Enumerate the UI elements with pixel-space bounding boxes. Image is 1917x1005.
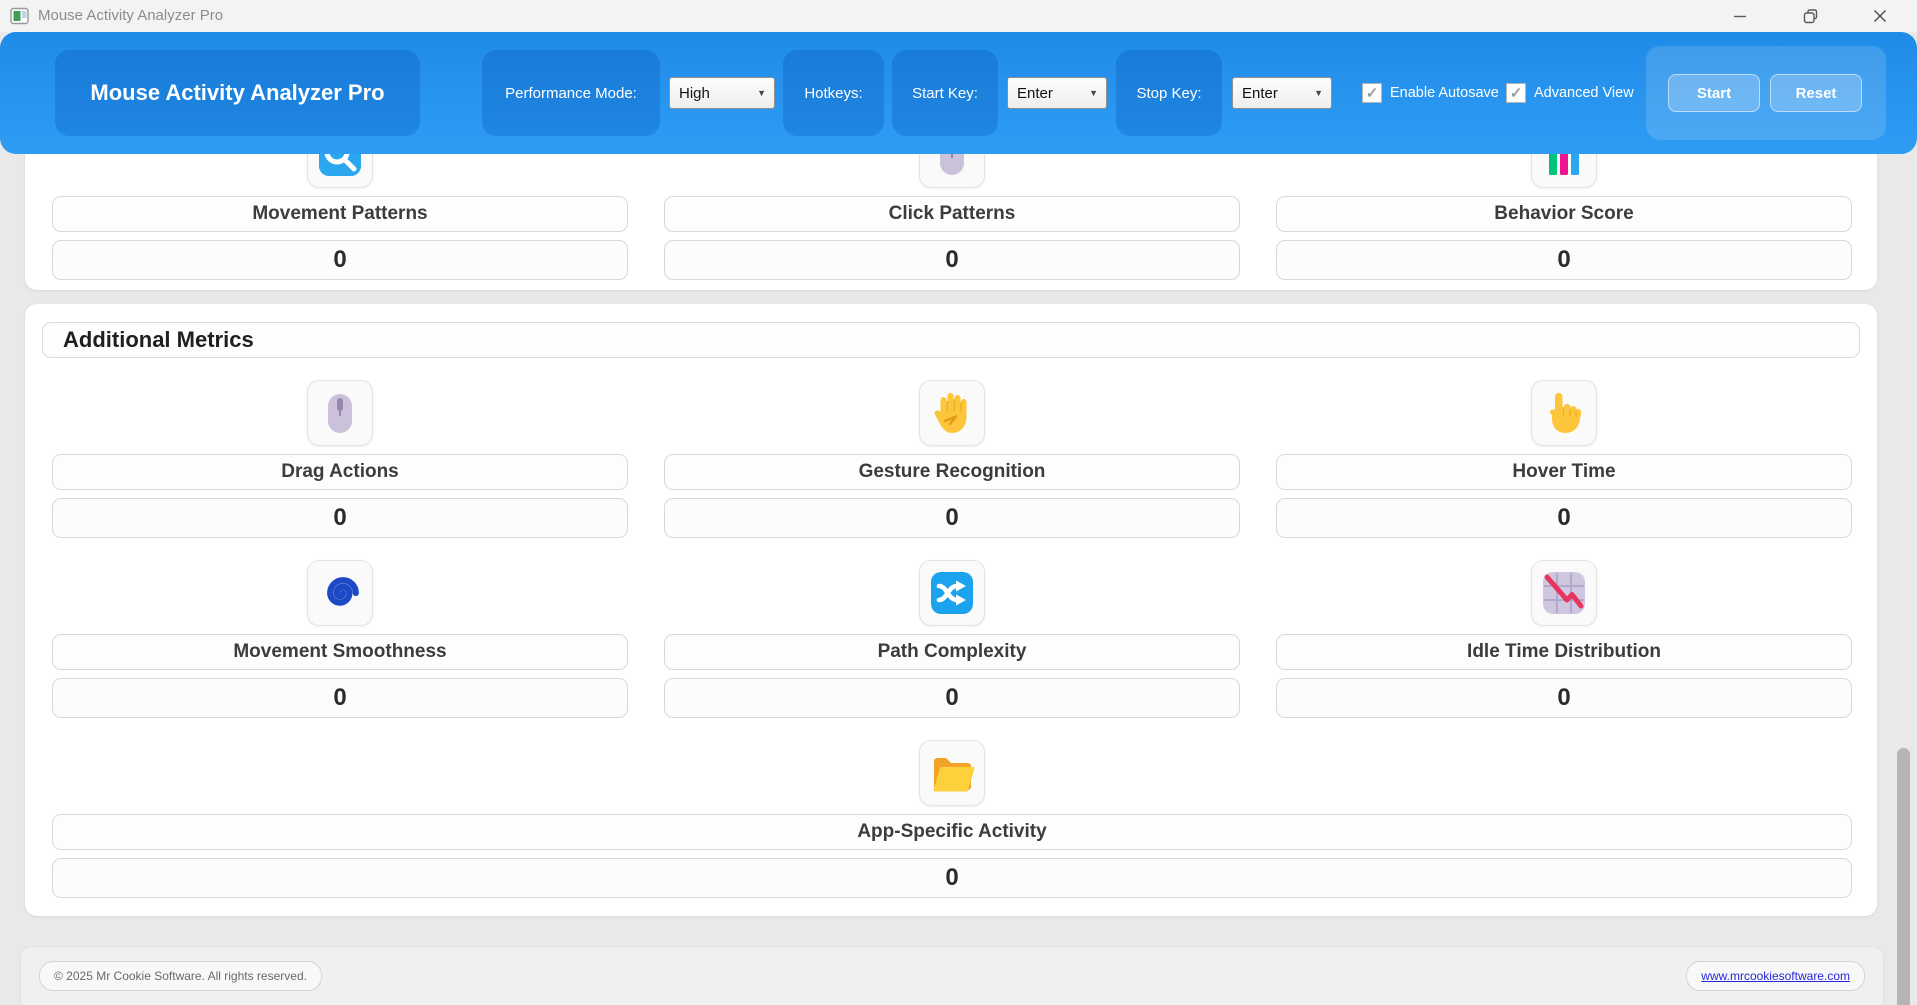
metric-app-specific-activity: App-Specific Activity 0 [52,740,1852,898]
metric-value: 0 [664,240,1240,280]
stop-key-label: Stop Key: [1116,50,1222,136]
start-key-value: Enter [1017,84,1053,102]
metric-movement-smoothness: Movement Smoothness 0 [52,560,628,718]
pointing-up-icon [1550,393,1581,433]
metric-label: Click Patterns [664,196,1240,232]
performance-mode-value: High [679,84,710,102]
metric-label: Movement Patterns [52,196,628,232]
metric-label: Behavior Score [1276,196,1852,232]
enable-autosave-checkbox[interactable]: ✓ [1362,83,1382,103]
metric-value: 0 [1276,498,1852,538]
metric-value: 0 [52,240,628,280]
footer-bar: © 2025 Mr Cookie Software. All rights re… [20,946,1884,1005]
reset-button[interactable]: Reset [1770,74,1862,112]
chevron-down-icon: ▼ [1314,88,1323,98]
spiral-icon [327,577,359,606]
metric-value: 0 [52,498,628,538]
metric-label: App-Specific Activity [52,814,1852,850]
metric-value: 0 [664,678,1240,718]
start-button[interactable]: Start [1668,74,1760,112]
metric-label: Movement Smoothness [52,634,628,670]
metric-label: Drag Actions [52,454,628,490]
metric-value: 0 [52,858,1852,898]
metric-label: Gesture Recognition [664,454,1240,490]
metric-idle-time-distribution: Idle Time Distribution 0 [1276,560,1852,718]
advanced-view-checkbox[interactable]: ✓ [1506,83,1526,103]
close-icon [1874,10,1886,22]
shuffle-icon [931,572,973,614]
chevron-down-icon: ▼ [1089,88,1098,98]
chart-decreasing-icon [1543,572,1585,614]
app-title: Mouse Activity Analyzer Pro [55,50,420,136]
minimize-button[interactable] [1711,0,1769,32]
performance-mode-label: Performance Mode: [482,50,660,136]
metric-value: 0 [664,498,1240,538]
stop-key-value: Enter [1242,84,1278,102]
mouse-icon [328,394,352,433]
metric-value: 0 [1276,678,1852,718]
metric-value: 0 [1276,240,1852,280]
metric-hover-time: Hover Time 0 [1276,380,1852,538]
copyright-text: © 2025 Mr Cookie Software. All rights re… [39,961,322,991]
close-button[interactable] [1851,0,1909,32]
chevron-down-icon: ▼ [757,88,766,98]
minimize-icon [1734,15,1746,18]
checkmark-icon: ✓ [1509,85,1523,102]
metric-drag-actions: Drag Actions 0 [52,380,628,538]
metric-label: Idle Time Distribution [1276,634,1852,670]
enable-autosave-label: Enable Autosave [1390,85,1499,101]
start-key-label: Start Key: [892,50,998,136]
start-key-select[interactable]: Enter ▼ [1007,77,1107,109]
app-icon [10,6,30,26]
maximize-button[interactable] [1781,0,1839,32]
metric-label: Path Complexity [664,634,1240,670]
header-toolbar: Mouse Activity Analyzer Pro Performance … [0,32,1917,154]
additional-metrics-heading: Additional Metrics [42,322,1860,358]
app-window: Mouse Activity Analyzer Pro Mouse Activi… [0,0,1917,1005]
vertical-scrollbar-thumb[interactable] [1897,748,1910,1005]
footer-link-pill: www.mrcookiesoftware.com [1686,961,1865,991]
metric-label: Hover Time [1276,454,1852,490]
window-title: Mouse Activity Analyzer Pro [38,7,224,24]
performance-mode-select[interactable]: High ▼ [669,77,775,109]
metric-value: 0 [52,678,628,718]
checkmark-icon: ✓ [1365,85,1379,102]
open-folder-icon [933,758,975,792]
metric-gesture-recognition: Gesture Recognition 0 [664,380,1240,538]
hotkeys-label: Hotkeys: [783,50,884,136]
stop-key-select[interactable]: Enter ▼ [1232,77,1332,109]
raised-hand-icon [934,393,967,433]
maximize-icon [1803,8,1817,23]
header-button-panel: Start Reset [1646,46,1886,140]
title-bar[interactable]: Mouse Activity Analyzer Pro [0,0,1917,32]
metric-path-complexity: Path Complexity 0 [664,560,1240,718]
advanced-view-label: Advanced View [1534,85,1634,101]
website-link[interactable]: www.mrcookiesoftware.com [1701,969,1850,983]
